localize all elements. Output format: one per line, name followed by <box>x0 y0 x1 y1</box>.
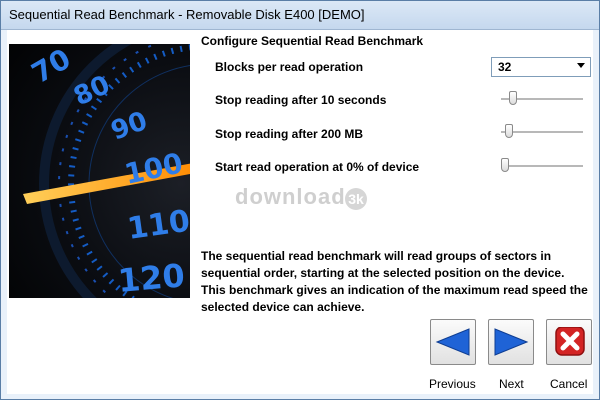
start-percent-slider[interactable] <box>501 158 584 174</box>
slider-thumb[interactable] <box>501 158 509 172</box>
speedometer-image: 70 80 90 100 110 120 <box>9 44 190 298</box>
watermark-logo: download <box>235 184 346 209</box>
title-bar[interactable]: Sequential Read Benchmark - Removable Di… <box>1 1 599 30</box>
watermark-badge: 3k <box>345 188 367 210</box>
blocks-label: Blocks per read operation <box>215 60 364 74</box>
cancel-label: Cancel <box>550 377 588 391</box>
cancel-button[interactable] <box>546 319 592 365</box>
speed-label-90: 90 <box>107 106 151 147</box>
client-area: 70 80 90 100 110 120 Configure Sequentia… <box>7 30 593 394</box>
speed-label-100: 100 <box>122 146 186 190</box>
stop-seconds-slider[interactable] <box>501 91 584 107</box>
slider-track <box>501 165 583 168</box>
close-icon <box>555 327 585 356</box>
arrow-left-icon <box>435 328 470 356</box>
speed-label-80: 80 <box>69 70 114 112</box>
blocks-dropdown-value: 32 <box>498 60 512 74</box>
previous-label: Previous <box>429 377 476 391</box>
speed-label-110: 110 <box>125 204 190 247</box>
next-button[interactable] <box>488 319 534 365</box>
slider-thumb[interactable] <box>505 124 513 138</box>
arrow-right-icon <box>494 328 529 356</box>
stop-mb-slider[interactable] <box>501 124 584 140</box>
stop-seconds-label: Stop reading after 10 seconds <box>215 93 387 107</box>
previous-button[interactable] <box>430 319 476 365</box>
slider-thumb[interactable] <box>509 91 517 105</box>
start-percent-label: Start read operation at 0% of device <box>215 160 420 174</box>
slider-track <box>501 131 583 134</box>
window-title: Sequential Read Benchmark - Removable Di… <box>9 7 365 22</box>
speed-label-120: 120 <box>116 256 186 298</box>
next-label: Next <box>499 377 524 391</box>
speed-label-70: 70 <box>26 44 76 90</box>
blocks-dropdown[interactable]: 32 <box>491 57 591 77</box>
section-title: Configure Sequential Read Benchmark <box>201 34 424 48</box>
description-text: The sequential read benchmark will read … <box>201 249 588 314</box>
stop-mb-label: Stop reading after 200 MB <box>215 127 364 141</box>
benchmark-window: Sequential Read Benchmark - Removable Di… <box>0 0 600 400</box>
chevron-down-icon <box>577 63 585 68</box>
